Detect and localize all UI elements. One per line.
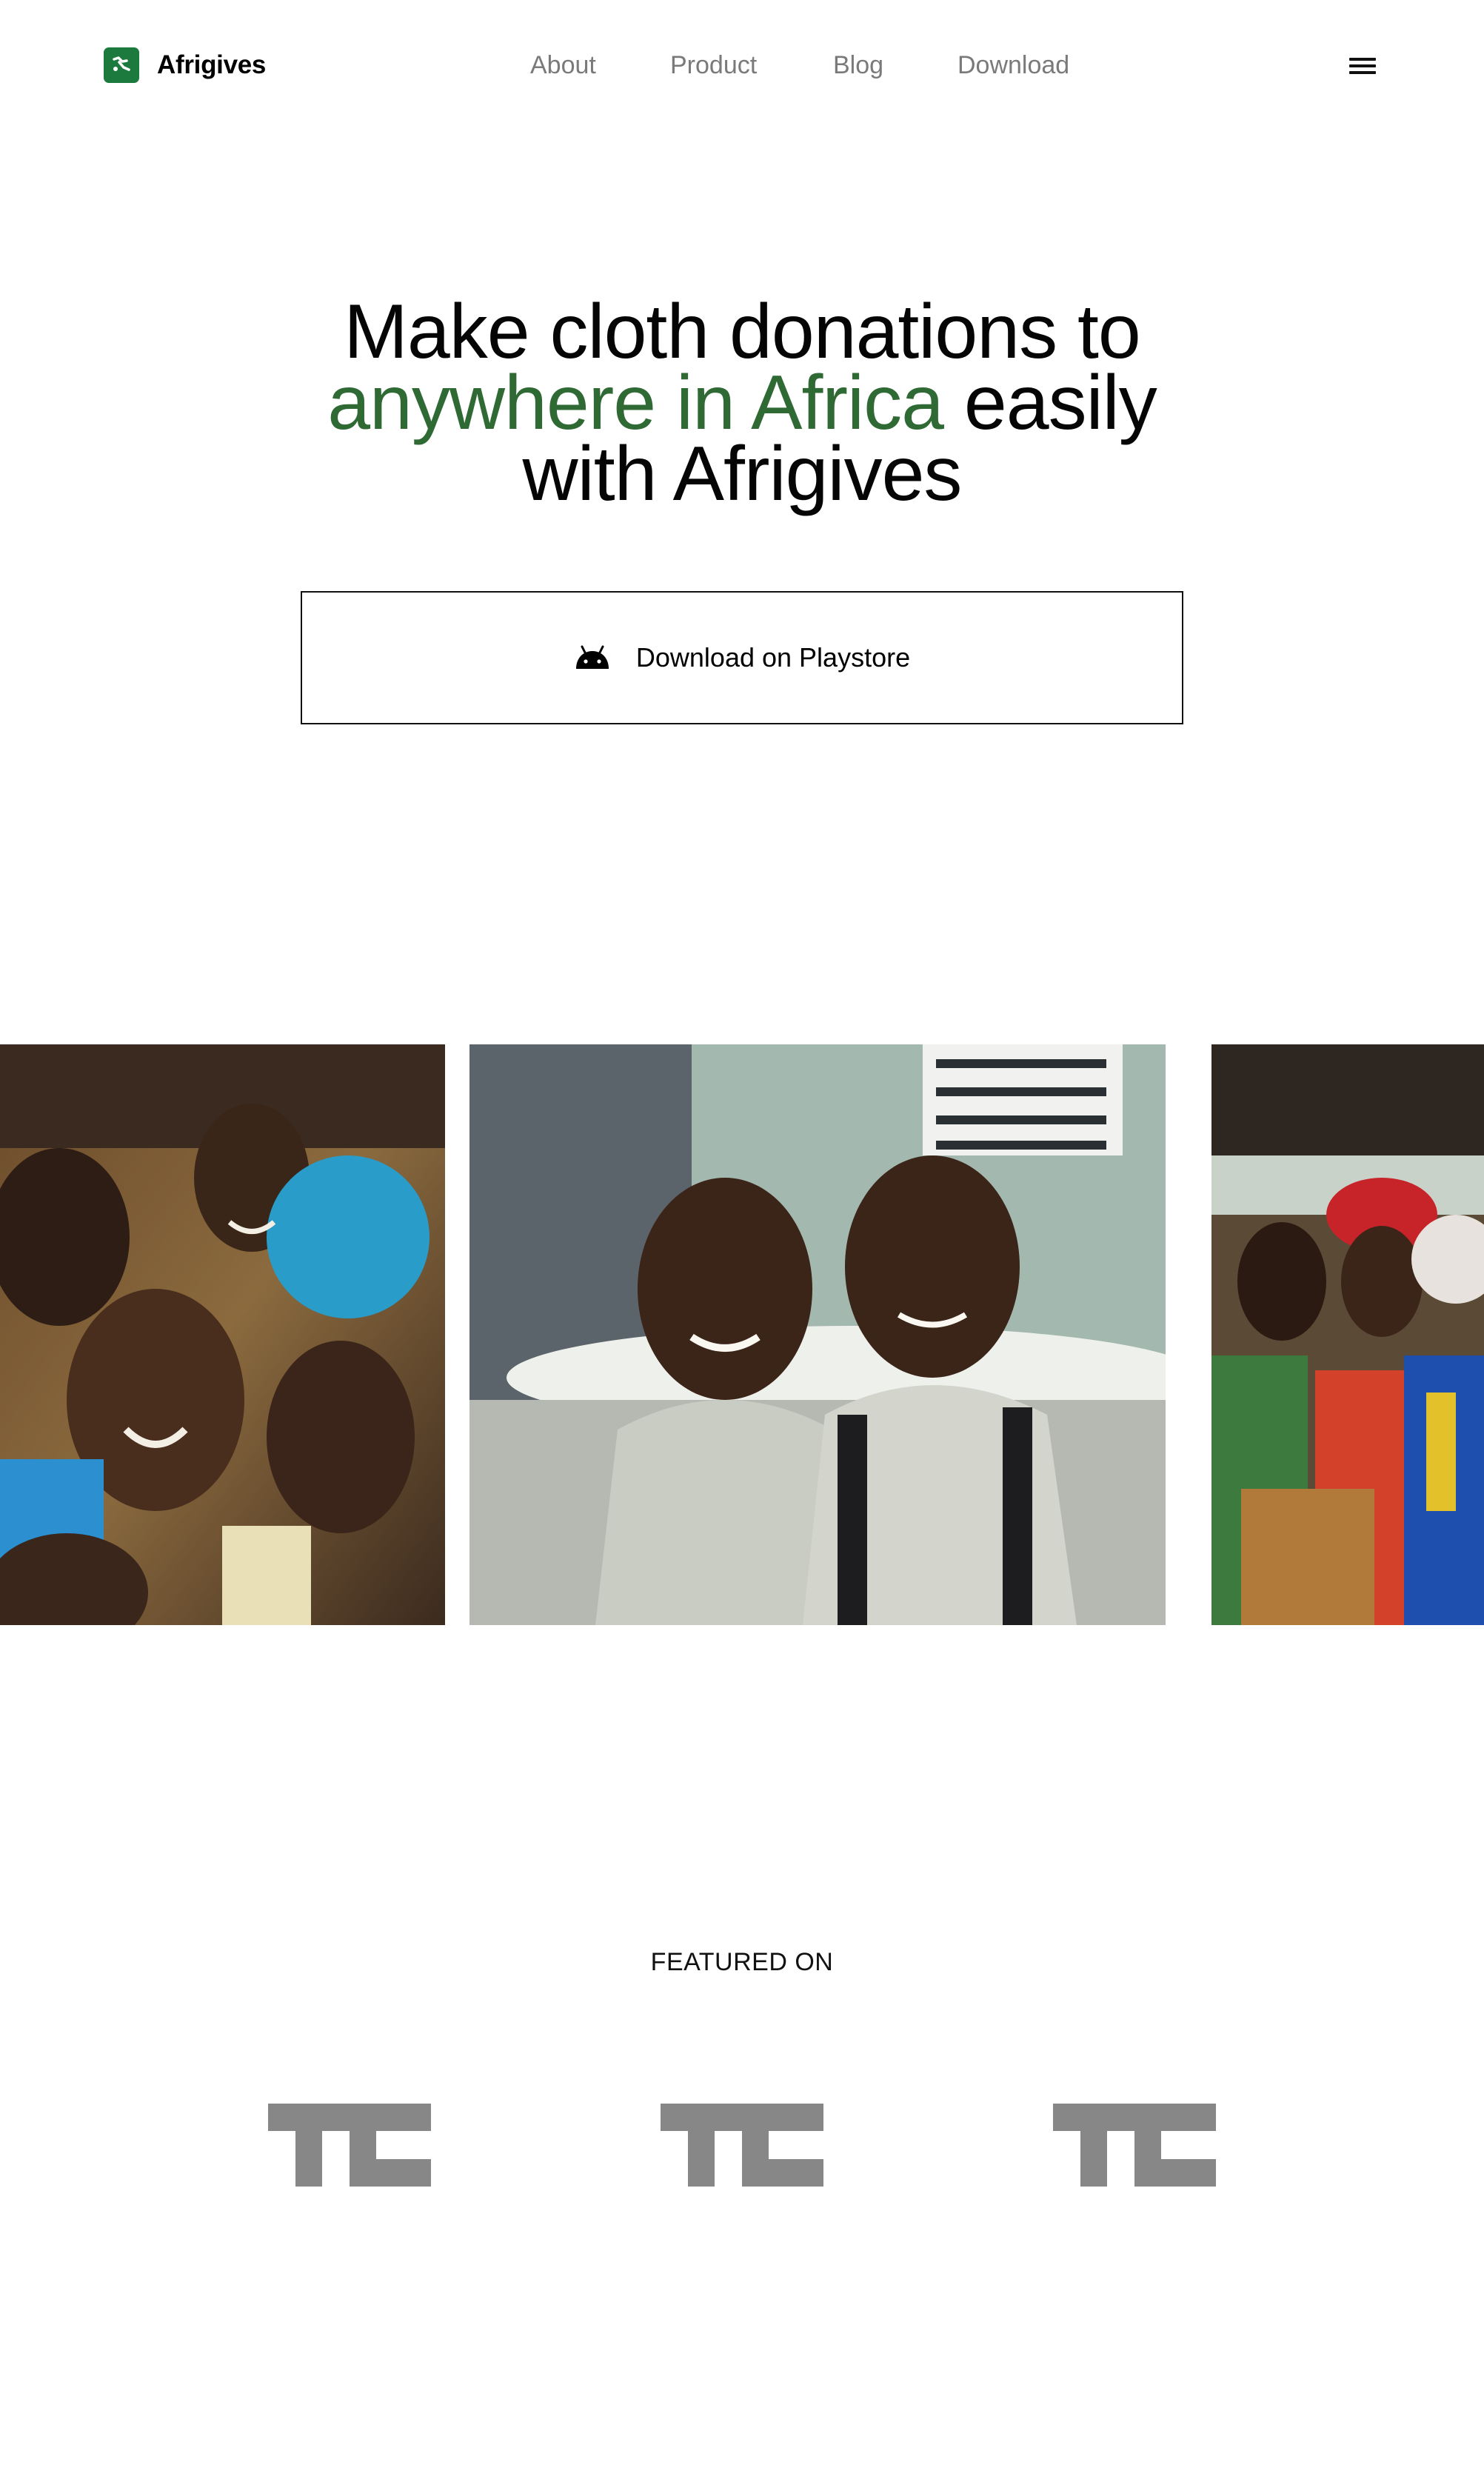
hero-title-line2: easily (963, 360, 1157, 446)
hero-title: Make cloth donations to anywhere in Afri… (0, 293, 1484, 513)
menu-line (1349, 58, 1376, 61)
hamburger-menu-icon[interactable] (1349, 56, 1376, 76)
landing-page: Afrigives About Product Blog Download Ma… (0, 0, 1484, 2468)
photo-women-colorful (1211, 1044, 1484, 1625)
afrigives-logo-icon (104, 47, 139, 83)
photo-two-schoolboys (469, 1044, 1166, 1625)
android-icon (574, 645, 611, 670)
menu-line (1349, 71, 1376, 74)
techcrunch-logo-3[interactable] (1053, 2104, 1216, 2187)
hero-title-line3: with Afrigives (522, 431, 963, 517)
photo-children-group (0, 1044, 445, 1625)
menu-line (1349, 64, 1376, 67)
techcrunch-logo-2[interactable] (661, 2104, 823, 2187)
download-playstore-button[interactable]: Download on Playstore (301, 591, 1183, 724)
nav-item-about[interactable]: About (530, 46, 596, 84)
techcrunch-logo-1[interactable] (268, 2104, 431, 2187)
site-header: Afrigives About Product Blog Download (0, 0, 1484, 130)
download-playstore-label: Download on Playstore (635, 642, 911, 673)
brand-home-link[interactable]: Afrigives (104, 46, 266, 84)
nav-item-blog[interactable]: Blog (833, 46, 883, 84)
featured-on-label: FEATURED ON (650, 1948, 834, 1976)
nav-item-download[interactable]: Download (957, 46, 1069, 84)
brand-name: Afrigives (157, 50, 267, 79)
nav-item-product[interactable]: Product (670, 46, 757, 84)
